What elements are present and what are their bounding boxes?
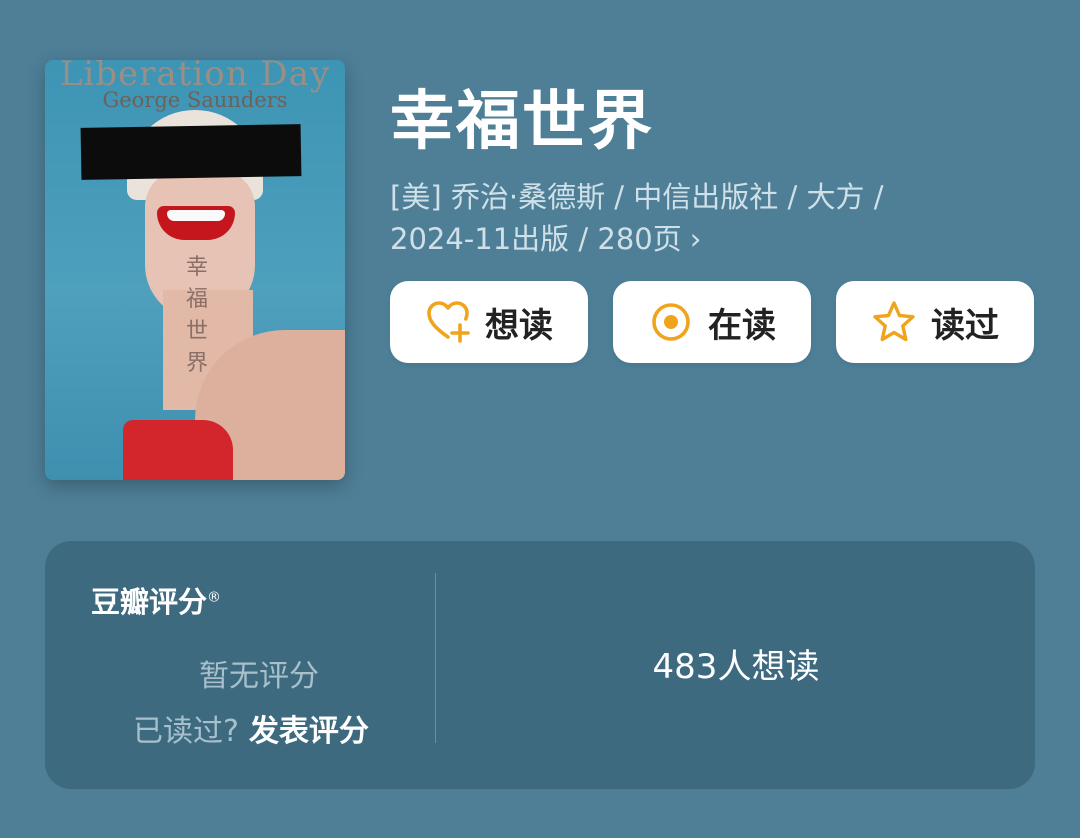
cover-censor-bar xyxy=(80,124,302,180)
cover-title-char: 界 xyxy=(185,351,208,376)
cover-figure-teeth xyxy=(167,210,225,221)
reading-label: 在读 xyxy=(708,305,776,346)
reading-button[interactable]: 在读 xyxy=(613,281,811,363)
want-to-read-label: 想读 xyxy=(485,305,553,346)
cover-author-en: George Saunders xyxy=(102,88,288,112)
book-meta-line1: [美] 乔治·桑德斯 / 中信出版社 / 大方 / xyxy=(390,180,884,214)
rating-panel: 豆瓣评分® 暂无评分 已读过? 发表评分 483人想读 xyxy=(45,541,1035,789)
reading-circle-icon xyxy=(648,299,694,345)
have-read-label: 读过 xyxy=(931,305,999,346)
heart-plus-icon xyxy=(425,299,471,345)
book-meta[interactable]: [美] 乔治·桑德斯 / 中信出版社 / 大方 / 2024-11出版 / 28… xyxy=(390,176,1030,260)
publish-rating-link[interactable]: 发表评分 xyxy=(249,714,369,749)
panel-divider xyxy=(435,573,436,743)
cover-title-char: 世 xyxy=(185,319,208,344)
book-title: 幸福世界 xyxy=(390,85,654,159)
have-read-question: 已读过? xyxy=(133,714,239,749)
book-meta-line2-text: 2024-11出版 / 280页 xyxy=(390,222,682,256)
book-meta-line2: 2024-11出版 / 280页 › xyxy=(390,218,1030,260)
star-outline-icon xyxy=(871,299,917,345)
no-rating-text: 暂无评分 xyxy=(199,659,319,694)
cover-title-char: 福 xyxy=(185,287,208,312)
have-read-prompt: 已读过? 发表评分 xyxy=(133,706,369,750)
cover-figure-swimsuit xyxy=(123,420,233,480)
rating-title-text: 豆瓣评分 xyxy=(91,585,208,619)
chevron-right-icon: › xyxy=(689,222,702,256)
wish-count[interactable]: 483人想读 xyxy=(481,639,991,688)
cover-title-cn: 幸 福 世 界 xyxy=(181,252,213,380)
want-to-read-button[interactable]: 想读 xyxy=(390,281,588,363)
registered-mark: ® xyxy=(207,589,222,606)
have-read-button[interactable]: 读过 xyxy=(836,281,1034,363)
cover-title-char: 幸 xyxy=(185,255,208,280)
book-cover-image[interactable]: Liberation Day George Saunders 幸 福 世 界 xyxy=(45,60,345,480)
rating-title: 豆瓣评分® xyxy=(91,579,221,621)
